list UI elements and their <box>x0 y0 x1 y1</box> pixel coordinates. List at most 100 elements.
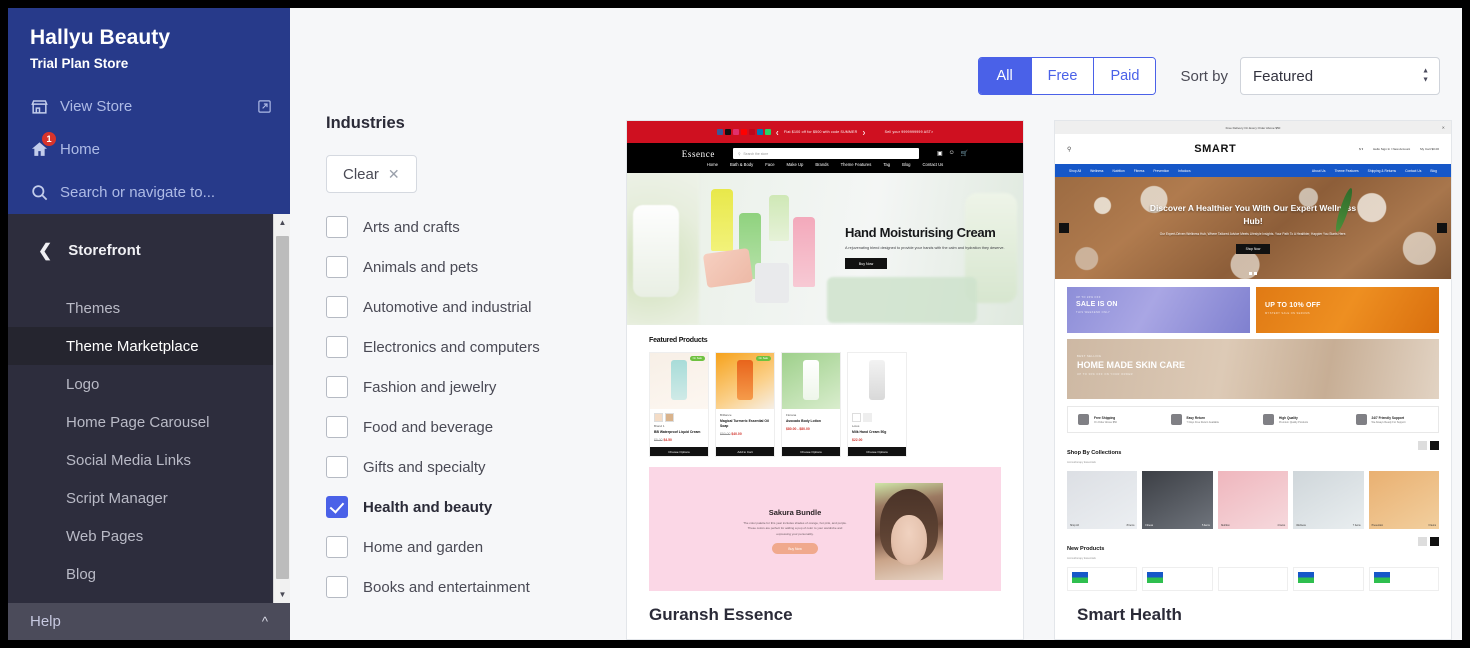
help-bar[interactable]: Help ^ <box>8 603 290 640</box>
toolbar: All Free Paid Sort by Featured ▲ ▼ <box>290 8 1462 106</box>
sort-select[interactable]: Featured ▲ ▼ <box>1240 57 1440 95</box>
product-tube-lightgreen <box>769 195 789 241</box>
checkbox-icon[interactable] <box>326 216 348 238</box>
currency-selector: $ ▾ <box>1359 147 1364 151</box>
product-image: On Sale <box>716 353 774 409</box>
feature-title: High Quality <box>1279 415 1298 420</box>
industry-label: Automotive and industrial <box>363 298 532 316</box>
hero-cta-button: Shop Now <box>1236 244 1270 255</box>
cart-link: My Cart $0.00 <box>1420 147 1439 151</box>
home-icon: 1 <box>30 131 60 159</box>
preview-nav-link: Shop All <box>1069 168 1082 173</box>
chevron-up-icon[interactable]: ^ <box>262 614 268 629</box>
smart-health-preview: Free Delivery On Every Order Above $50 ✕… <box>1055 121 1451 591</box>
sidebar-item-social-media-links[interactable]: Social Media Links <box>8 441 290 479</box>
sidebar-item-script-manager[interactable]: Script Manager <box>8 479 290 517</box>
industry-label: Electronics and computers <box>363 338 540 356</box>
industry-checkbox-row[interactable]: Health and beauty <box>326 487 616 527</box>
product-action-button: Add to Cart <box>716 447 774 457</box>
preview-nav-link: Home <box>706 162 718 167</box>
scroll-up-arrow-icon[interactable]: ▲ <box>274 214 290 231</box>
industry-label: Fashion and jewelry <box>363 378 497 396</box>
industry-checkbox-row[interactable]: Home and garden <box>326 527 616 567</box>
stepper-down-icon[interactable]: ▼ <box>1422 77 1429 84</box>
preview-announcement-bar: ❮ Flat $100 off for $500 with code SUMME… <box>627 121 1023 143</box>
tab-all[interactable]: All <box>978 58 1032 94</box>
preview-nav-left: Shop All Wellness Nutrition Fitness Preventi… <box>1069 169 1312 173</box>
cart-icon: 🛒 <box>960 151 969 157</box>
industry-checkbox-row[interactable]: Food and beverage <box>326 407 616 447</box>
industry-checkbox-row[interactable]: Fashion and jewelry <box>326 367 616 407</box>
sidebar-search[interactable]: Search or navigate to... <box>8 171 290 214</box>
checkbox-icon[interactable] <box>326 416 348 438</box>
industry-checkbox-row[interactable]: Electronics and computers <box>326 327 616 367</box>
clear-filters-button[interactable]: Clear ✕ <box>326 155 417 193</box>
sidebar-scrollbar[interactable]: ▲ ▼ <box>273 214 290 603</box>
section-header: New Products Aromatherapy Essentials <box>1067 537 1439 560</box>
sidebar-item-blog[interactable]: Blog <box>8 555 290 593</box>
checkbox-checked-icon[interactable] <box>326 496 348 518</box>
industry-label: Food and beverage <box>363 418 494 436</box>
sidebar-item-themes[interactable]: Themes <box>8 289 290 327</box>
checkbox-icon[interactable] <box>326 536 348 558</box>
stepper-icon[interactable]: ▲ ▼ <box>1422 68 1429 84</box>
tab-paid[interactable]: Paid <box>1094 58 1156 94</box>
sidebar-back-storefront[interactable]: ❮ Storefront <box>8 232 290 269</box>
industry-checkbox-row[interactable]: Arts and crafts <box>326 207 616 247</box>
model-portrait <box>880 489 938 566</box>
checkbox-icon[interactable] <box>326 256 348 278</box>
feature-icon <box>1355 414 1367 425</box>
industry-checkbox-row[interactable]: Gifts and specialty <box>326 447 616 487</box>
scroll-down-arrow-icon[interactable]: ▼ <box>274 586 290 603</box>
checkbox-icon[interactable] <box>326 456 348 478</box>
preview-nav-links: Home Bath & Body Face Make Up Brands Theme Fe… <box>627 162 1023 173</box>
industry-checkbox-row[interactable]: Automotive and industrial <box>326 287 616 327</box>
sidebar-item-logo[interactable]: Logo <box>8 365 290 403</box>
sidebar-item-view-store[interactable]: View Store <box>8 85 290 128</box>
checkbox-icon[interactable] <box>326 296 348 318</box>
theme-card[interactable]: Free Delivery On Every Order Above $50 ✕… <box>1054 120 1452 640</box>
product-new-price: $80.00 - $80.00 <box>786 427 810 432</box>
checkbox-icon[interactable] <box>326 376 348 398</box>
checkbox-icon[interactable] <box>326 576 348 598</box>
tab-free[interactable]: Free <box>1031 58 1095 94</box>
account-link: Hello Sign In / New Account <box>1373 147 1411 151</box>
collection-tile: Nutrition 4 Items <box>1217 471 1289 529</box>
sidebar-item-home-page-carousel[interactable]: Home Page Carousel <box>8 403 290 441</box>
scrollbar-thumb[interactable] <box>276 236 289 579</box>
feature-subtitle: Premium Quality Products <box>1279 420 1309 424</box>
industry-label: Books and entertainment <box>363 578 530 596</box>
sidebar-nav-panel: ❮ Storefront Themes Theme Marketplace Logo… <box>8 214 290 603</box>
promo-banner: UP TO 20% OFF SALE IS ON THIS WEEKEND ON… <box>1067 287 1250 333</box>
preview-hero: Hand Moisturising Cream A rejuvenating b… <box>627 173 1023 325</box>
theme-card[interactable]: ❮ Flat $100 off for $500 with code SUMME… <box>626 120 1024 640</box>
feature-text: 24/7 Friendly Support We Always Ready For… <box>1372 416 1406 424</box>
preview-nav-link: Fitness <box>1133 168 1145 173</box>
preview-nav-link: Tag <box>883 162 891 167</box>
hero-bottle-decor <box>633 205 679 297</box>
sidebar-item-home[interactable]: 1 Home <box>8 128 290 171</box>
checkbox-icon[interactable] <box>326 336 348 358</box>
preview-nav-link: Theme Features <box>840 162 872 167</box>
product-brand: Brillance <box>720 413 732 417</box>
product-brand: Lotus <box>852 424 860 428</box>
banner-title: HOME MADE SKIN CARE <box>1077 360 1186 370</box>
collections-section: Shop By Collections Aromatherapy Essenti… <box>1067 441 1440 529</box>
sidebar-item-theme-marketplace[interactable]: Theme Marketplace <box>8 327 290 365</box>
service-feature: 24/7 Friendly Support We Always Ready For… <box>1346 414 1439 425</box>
hero-subtext: Our Expert-Driven Wellness Hub, Where Ta… <box>1159 232 1347 237</box>
sidebar-section-title: Storefront <box>68 242 141 259</box>
product-photo <box>671 359 687 400</box>
industry-label: Arts and crafts <box>363 218 460 236</box>
close-icon: ✕ <box>1441 125 1445 130</box>
product-tube-yellow <box>711 189 733 251</box>
industry-checkbox-row[interactable]: Animals and pets <box>326 247 616 287</box>
product-new-price: $4.50 <box>663 438 672 443</box>
industry-checkbox-row[interactable]: Books and entertainment <box>326 567 616 607</box>
preview-nav-link: Bath & Body <box>729 162 754 167</box>
wide-promo-banner: BEST SELLING HOME MADE SKIN CARE UP TO 3… <box>1067 339 1439 399</box>
stepper-up-icon[interactable]: ▲ <box>1422 68 1429 75</box>
product-price: $5.00 $4.50 <box>654 438 704 442</box>
sidebar-item-web-pages[interactable]: Web Pages <box>8 517 290 555</box>
collections-grid: Shop All 8 Items Fitness 5 Items Nutrition… <box>1067 471 1440 529</box>
